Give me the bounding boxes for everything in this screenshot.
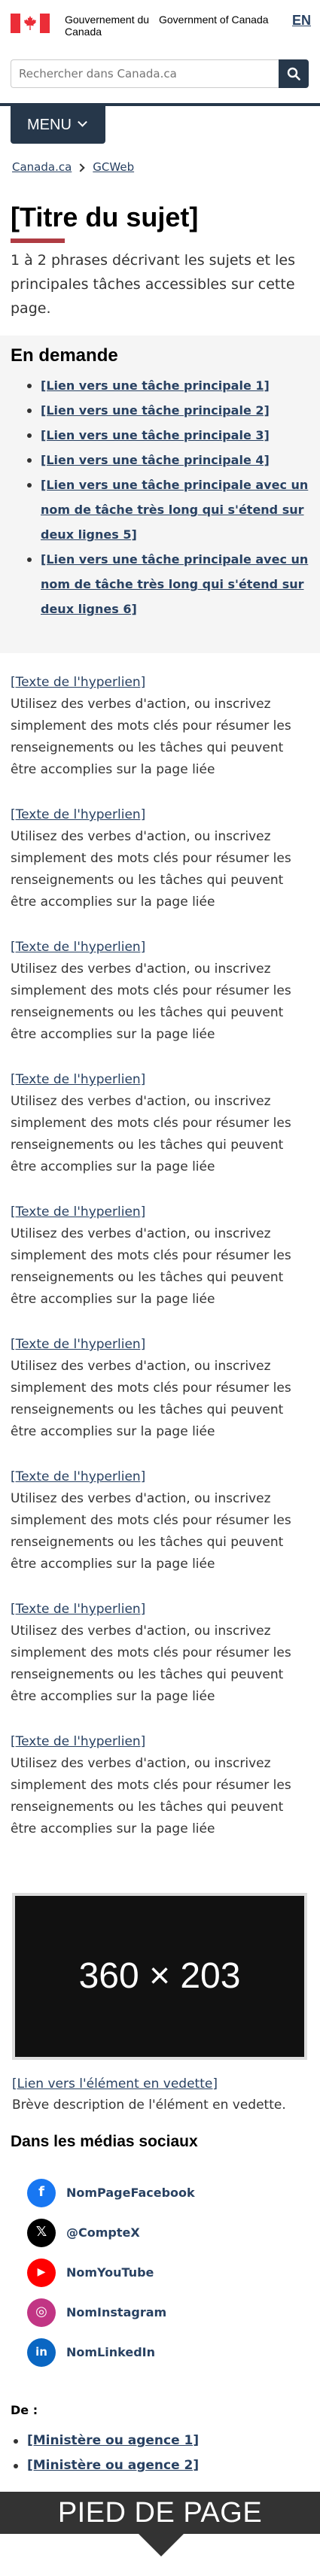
arrow-down-icon bbox=[139, 2534, 184, 2556]
title-underline bbox=[11, 238, 65, 243]
topic-description: Utilisez des verbes d'action, ou inscriv… bbox=[11, 829, 291, 910]
in-demand-list: [Lien vers une tâche principale 1] [Lien… bbox=[11, 373, 309, 621]
social-list: f NomPageFacebook 𝕏 @CompteX ▶ NomYouTub… bbox=[27, 2173, 195, 2372]
task-link[interactable]: [Lien vers une tâche principale 2] bbox=[41, 403, 270, 418]
topic-description: Utilisez des verbes d'action, ou inscriv… bbox=[11, 1359, 291, 1439]
topic-description: Utilisez des verbes d'action, ou inscriv… bbox=[11, 1226, 291, 1307]
search-form bbox=[11, 59, 309, 88]
task-link[interactable]: [Lien vers une tâche principale 3] bbox=[41, 428, 270, 442]
list-item: [Lien vers une tâche principale 1] bbox=[11, 373, 309, 398]
topic-description: Utilisez des verbes d'action, ou inscriv… bbox=[11, 961, 291, 1042]
gov-name-fr: Gouvernement du Canada bbox=[65, 14, 150, 38]
topic-link[interactable]: [Texte de l'hyperlien] bbox=[11, 1466, 312, 1488]
list-item: [Texte de l'hyperlien] Utilisez des verbe… bbox=[11, 937, 312, 1069]
footer-banner-label: PIED DE PAGE GÉNÉRAL bbox=[0, 2492, 320, 2571]
topic-link[interactable]: [Texte de l'hyperlien] bbox=[11, 1069, 312, 1091]
topic-link[interactable]: [Texte de l'hyperlien] bbox=[11, 937, 312, 958]
search-input[interactable] bbox=[11, 59, 279, 88]
gov-signature[interactable]: Gouvernement du Canada Government of Can… bbox=[11, 14, 269, 38]
list-item: [Texte de l'hyperlien] Utilisez des verbe… bbox=[11, 1201, 312, 1334]
footer-placeholder: PIED DE PAGE GÉNÉRAL bbox=[0, 2492, 320, 2573]
x-icon: 𝕏 bbox=[27, 2218, 56, 2247]
task-link[interactable]: [Lien vers une tâche principale avec un … bbox=[41, 552, 308, 616]
topic-links: [Texte de l'hyperlien] Utilisez des verbe… bbox=[11, 672, 312, 1864]
topic-description: Utilisez des verbes d'action, ou inscriv… bbox=[11, 1491, 291, 1572]
gov-name-en: Government of Canada bbox=[159, 14, 269, 26]
instagram-icon: ◎ bbox=[27, 2298, 56, 2327]
page-title: [Titre du sujet] bbox=[11, 202, 199, 232]
chevron-right-icon bbox=[76, 163, 85, 172]
ministry-list: [Ministère ou agence 1] [Ministère ou ag… bbox=[11, 2429, 199, 2478]
facebook-icon: f bbox=[27, 2178, 56, 2207]
search-icon bbox=[287, 67, 300, 80]
topic-link[interactable]: [Texte de l'hyperlien] bbox=[11, 1334, 312, 1356]
list-item: [Lien vers une tâche principale 3] bbox=[11, 423, 309, 448]
list-item: [Ministère ou agence 1] bbox=[11, 2429, 199, 2453]
social-item-facebook[interactable]: f NomPageFacebook bbox=[27, 2173, 195, 2213]
list-item: [Lien vers une tâche principale avec un … bbox=[11, 472, 309, 547]
task-link[interactable]: [Lien vers une tâche principale 4] bbox=[41, 453, 270, 467]
list-item: [Texte de l'hyperlien] Utilisez des verbe… bbox=[11, 1599, 312, 1731]
topic-link[interactable]: [Texte de l'hyperlien] bbox=[11, 1201, 312, 1223]
in-demand-section: En demande [Lien vers une tâche principa… bbox=[0, 336, 320, 653]
featured-image-placeholder[interactable]: 360 × 203 bbox=[12, 1893, 307, 2060]
breadcrumb-link-canada[interactable]: Canada.ca bbox=[12, 158, 72, 178]
ministry-link[interactable]: [Ministère ou agence 1] bbox=[27, 2433, 199, 2448]
topic-link[interactable]: [Texte de l'hyperlien] bbox=[11, 1599, 312, 1621]
site-header: Gouvernement du Canada Government of Can… bbox=[0, 0, 320, 144]
social-link[interactable]: NomYouTube bbox=[66, 2262, 154, 2283]
linkedin-icon: in bbox=[27, 2338, 56, 2367]
breadcrumb: Canada.ca GCWeb bbox=[12, 158, 134, 178]
social-item-instagram[interactable]: ◎ NomInstagram bbox=[27, 2292, 195, 2332]
menu-button[interactable]: MENU bbox=[11, 106, 105, 144]
social-link[interactable]: NomInstagram bbox=[66, 2302, 166, 2323]
task-link[interactable]: [Lien vers une tâche principale 1] bbox=[41, 378, 270, 393]
list-item: [Texte de l'hyperlien] Utilisez des verbe… bbox=[11, 672, 312, 804]
list-item: [Texte de l'hyperlien] Utilisez des verbe… bbox=[11, 1466, 312, 1599]
list-item: [Lien vers une tâche principale avec un … bbox=[11, 547, 309, 621]
featured-description: Brève description de l'élément en vedett… bbox=[12, 2098, 286, 2113]
in-demand-heading: En demande bbox=[11, 345, 118, 366]
featured-link[interactable]: [Lien vers l'élément en vedette] bbox=[12, 2073, 218, 2095]
topic-description: Utilisez des verbes d'action, ou inscriv… bbox=[11, 1624, 291, 1704]
topic-link[interactable]: [Texte de l'hyperlien] bbox=[11, 1731, 312, 1753]
social-link[interactable]: @CompteX bbox=[66, 2222, 140, 2243]
social-item-x[interactable]: 𝕏 @CompteX bbox=[27, 2213, 195, 2252]
canada-flag-icon bbox=[11, 14, 50, 33]
header-top: Gouvernement du Canada Government of Can… bbox=[0, 0, 320, 50]
list-item: [Ministère ou agence 2] bbox=[11, 2453, 199, 2478]
ministry-link[interactable]: [Ministère ou agence 2] bbox=[27, 2458, 199, 2473]
topic-link[interactable]: [Texte de l'hyperlien] bbox=[11, 804, 312, 826]
language-toggle-link[interactable]: EN bbox=[292, 9, 311, 32]
menu-label: MENU bbox=[27, 116, 72, 133]
list-item: [Texte de l'hyperlien] Utilisez des verbe… bbox=[11, 804, 312, 937]
list-item: [Texte de l'hyperlien] Utilisez des verbe… bbox=[11, 1731, 312, 1864]
social-heading: Dans les médias sociaux bbox=[11, 2133, 198, 2150]
social-link[interactable]: NomLinkedIn bbox=[66, 2342, 155, 2363]
youtube-icon: ▶ bbox=[27, 2258, 56, 2287]
topic-link[interactable]: [Texte de l'hyperlien] bbox=[11, 672, 312, 694]
breadcrumb-link-gcweb[interactable]: GCWeb bbox=[93, 158, 134, 178]
social-item-youtube[interactable]: ▶ NomYouTube bbox=[27, 2252, 195, 2292]
list-item: [Lien vers une tâche principale 2] bbox=[11, 398, 309, 423]
topic-description: Utilisez des verbes d'action, ou inscriv… bbox=[11, 1756, 291, 1836]
list-item: [Texte de l'hyperlien] Utilisez des verbe… bbox=[11, 1069, 312, 1201]
topic-description: Utilisez des verbes d'action, ou inscriv… bbox=[11, 697, 291, 777]
page-intro: 1 à 2 phrases décrivant les sujets et le… bbox=[11, 252, 295, 317]
social-item-linkedin[interactable]: in NomLinkedIn bbox=[27, 2332, 195, 2372]
social-link[interactable]: NomPageFacebook bbox=[66, 2183, 195, 2204]
task-link[interactable]: [Lien vers une tâche principale avec un … bbox=[41, 478, 308, 542]
from-heading: De : bbox=[11, 2403, 38, 2417]
list-item: [Lien vers une tâche principale 4] bbox=[11, 448, 309, 472]
search-button[interactable] bbox=[279, 59, 309, 88]
chevron-down-icon bbox=[78, 117, 87, 127]
list-item: [Texte de l'hyperlien] Utilisez des verbe… bbox=[11, 1334, 312, 1466]
topic-description: Utilisez des verbes d'action, ou inscriv… bbox=[11, 1094, 291, 1174]
